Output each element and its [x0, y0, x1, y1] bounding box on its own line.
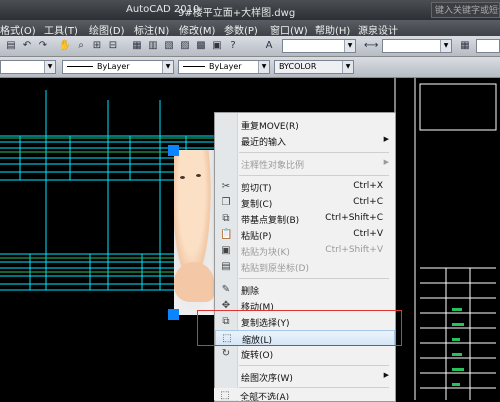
deselect-icon: ⬚ [220, 390, 230, 400]
menu-item-paste-as-block: ▣ 粘贴为块(K) Ctrl+Shift+V [215, 243, 395, 259]
tool-palette-icon[interactable]: ▧ [162, 39, 176, 53]
selection-grip[interactable] [168, 145, 179, 156]
calculator-icon[interactable]: ▣ [210, 39, 224, 53]
menu-item-erase[interactable]: ✎ 删除 [215, 282, 395, 298]
menu-plugin[interactable]: 源泉设计 [358, 22, 398, 37]
menu-item-label: 复制(C) [241, 200, 273, 210]
menu-item-label: 重复MOVE(R) [241, 122, 299, 132]
menu-item-label: 粘贴(P) [241, 232, 272, 242]
markup-icon[interactable]: ▩ [194, 39, 208, 53]
submenu-arrow-icon: ▶ [383, 158, 389, 166]
standard-toolbar: ▤ ↶ ↷ ✋ ⌕ ⊞ ⊟ ▦ ▥ ▧ ▨ ▩ ▣ ? A ▼ ⟷ ▼ ▦ [0, 36, 500, 57]
menu-item-shortcut: Ctrl+V [353, 229, 383, 239]
menu-item-shortcut: Ctrl+C [353, 197, 383, 207]
menu-item-copy-with-base-point[interactable]: ⧉ 带基点复制(B) Ctrl+Shift+C [215, 211, 395, 227]
menu-item-label: 绘图次序(W) [241, 374, 293, 384]
menu-modify[interactable]: 修改(M) [179, 22, 215, 37]
submenu-arrow-icon: ▶ [383, 371, 389, 379]
paste-original-icon: ▤ [221, 261, 231, 272]
menu-item-label: 粘贴到原坐标(D) [241, 264, 309, 274]
text-style-dropdown[interactable]: ▼ [282, 39, 356, 53]
menu-item-label: 全部不选(A) [240, 393, 290, 400]
image-detail [196, 174, 201, 177]
plot-style-dropdown[interactable]: BYCOLOR ▼ [274, 60, 354, 74]
print-icon[interactable]: ▤ [4, 39, 18, 53]
highlight-annotation-box [197, 310, 402, 346]
menu-item-draw-order[interactable]: 绘图次序(W) ▶ [215, 369, 395, 385]
menu-dimension[interactable]: 标注(N) [134, 22, 169, 37]
properties-icon[interactable]: ▦ [130, 39, 144, 53]
zoom-icon[interactable]: ⌕ [74, 39, 88, 53]
undo-icon[interactable]: ↶ [20, 39, 34, 53]
linetype-dropdown[interactable]: ByLayer ▼ [62, 60, 174, 74]
search-input[interactable]: 键入关键字或短语 [431, 2, 500, 18]
lineweight-dropdown[interactable]: ByLayer ▼ [178, 60, 270, 74]
menu-parametric[interactable]: 参数(P) [224, 22, 258, 37]
menu-item-label: 注释性对象比例 [241, 161, 305, 171]
design-center-icon[interactable]: ▥ [146, 39, 160, 53]
table-style-dropdown[interactable] [476, 39, 500, 53]
dimension-style-dropdown[interactable]: ▼ [382, 39, 452, 53]
redo-icon[interactable]: ↷ [36, 39, 50, 53]
menu-item-cut[interactable]: ✂ 剪切(T) Ctrl+X [215, 179, 395, 195]
menu-separator [239, 152, 389, 153]
menu-draw[interactable]: 绘图(D) [89, 22, 125, 37]
text-style-icon[interactable]: A [262, 39, 276, 53]
copy-base-point-icon: ⧉ [222, 213, 230, 224]
image-detail [180, 176, 185, 179]
menu-item-repeat-move[interactable]: 重复MOVE(R) [215, 117, 395, 133]
context-menu: 重复MOVE(R) 最近的输入 ▶ 注释性对象比例 ▶ ✂ 剪切(T) Ctrl… [214, 112, 396, 402]
dimension-style-icon[interactable]: ⟷ [364, 39, 378, 53]
title-bar: AutoCAD 2010 9#楼平立面+大样图.dwg 键入关键字或短语 [0, 0, 500, 20]
menu-item-annotative-scale: 注释性对象比例 ▶ [215, 156, 395, 172]
zoom-previous-icon[interactable]: ⊟ [106, 39, 120, 53]
menu-item-recent-input[interactable]: 最近的输入 ▶ [215, 133, 395, 149]
table-style-icon[interactable]: ▦ [458, 39, 472, 53]
menu-separator [239, 278, 389, 279]
menu-item-deselect-all[interactable]: ⬚ 全部不选(A) [214, 388, 394, 400]
menu-item-copy[interactable]: ❐ 复制(C) Ctrl+C [215, 195, 395, 211]
submenu-arrow-icon: ▶ [383, 135, 389, 143]
pan-icon[interactable]: ✋ [58, 39, 72, 53]
help-icon[interactable]: ? [226, 39, 240, 53]
menu-help[interactable]: 帮助(H) [315, 22, 350, 37]
selection-grip[interactable] [168, 309, 179, 320]
scissors-icon: ✂ [221, 181, 231, 192]
menu-format[interactable]: 格式(O) [0, 22, 36, 37]
baby-image[interactable] [174, 150, 218, 315]
menu-bar: 格式(O) 工具(T) 绘图(D) 标注(N) 修改(M) 参数(P) 窗口(W… [0, 20, 500, 37]
image-detail [174, 262, 214, 302]
paste-block-icon: ▣ [221, 245, 231, 256]
menu-separator [239, 175, 389, 176]
menu-item-shortcut: Ctrl+X [353, 181, 383, 191]
document-title: 9#楼平立面+大样图.dwg [178, 8, 296, 19]
properties-toolbar: ▼ ByLayer ▼ ByLayer ▼ BYCOLOR ▼ [0, 57, 500, 78]
linetype-value: ByLayer [97, 62, 130, 71]
menu-item-shortcut: Ctrl+Shift+C [325, 213, 383, 223]
menu-window[interactable]: 窗口(W) [270, 22, 308, 37]
menu-item-label: 旋转(O) [241, 351, 274, 361]
menu-tools[interactable]: 工具(T) [44, 22, 78, 37]
copy-icon: ❐ [221, 197, 231, 208]
menu-separator [239, 365, 389, 366]
menu-item-paste-to-original: ▤ 粘贴到原坐标(D) [215, 259, 395, 275]
menu-item-paste[interactable]: 📋 粘贴(P) Ctrl+V [215, 227, 395, 243]
lineweight-value: ByLayer [209, 62, 242, 71]
rotate-icon: ↻ [221, 348, 231, 359]
sheet-set-icon[interactable]: ▨ [178, 39, 192, 53]
plot-style-value: BYCOLOR [279, 62, 317, 71]
menu-item-label: 粘贴为块(K) [241, 248, 290, 258]
color-control-dropdown[interactable]: ▼ [0, 60, 56, 74]
zoom-window-icon[interactable]: ⊞ [90, 39, 104, 53]
erase-icon: ✎ [221, 284, 231, 295]
menu-item-label: 带基点复制(B) [241, 216, 300, 226]
menu-item-label: 剪切(T) [241, 184, 272, 194]
menu-item-shortcut: Ctrl+Shift+V [325, 245, 383, 255]
menu-item-rotate[interactable]: ↻ 旋转(O) [215, 346, 395, 362]
menu-item-label: 删除 [241, 287, 260, 297]
paste-icon: 📋 [220, 229, 233, 240]
menu-item-label: 最近的输入 [241, 138, 287, 148]
